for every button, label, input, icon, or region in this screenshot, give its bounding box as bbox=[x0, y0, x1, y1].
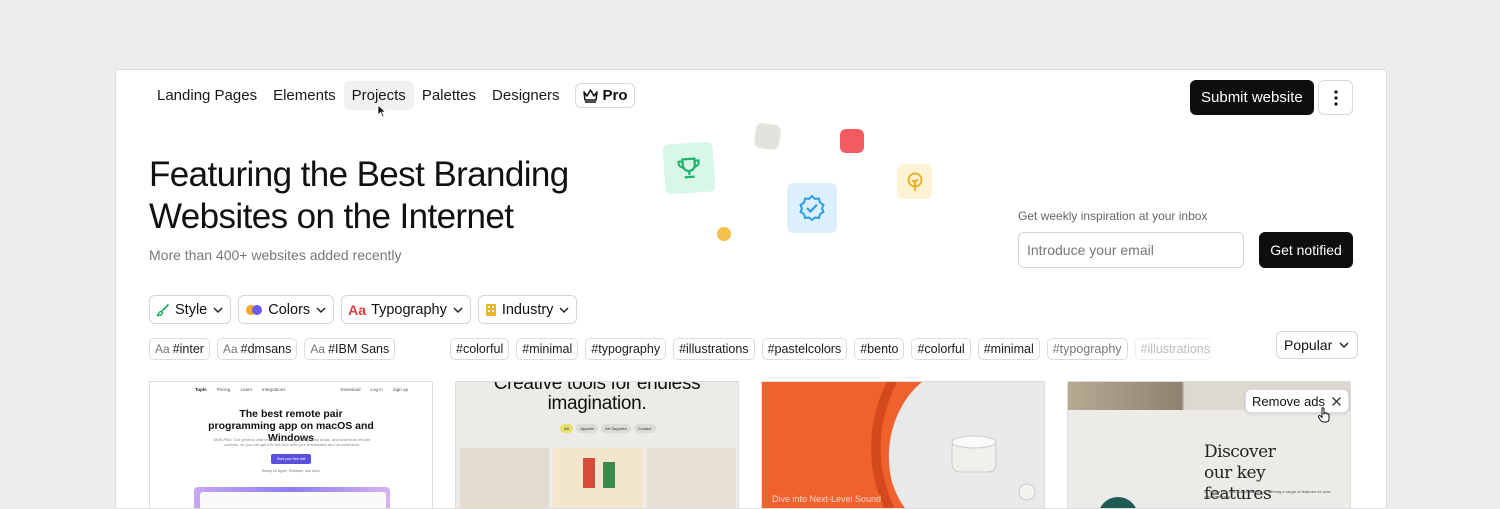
brush-icon bbox=[156, 303, 170, 317]
tree-tile bbox=[897, 164, 932, 199]
tree-icon bbox=[904, 171, 926, 193]
font-tag[interactable]: Aa#IBM Sans bbox=[304, 338, 395, 360]
chevron-down-icon bbox=[315, 304, 327, 316]
hashtag[interactable]: #illustrations bbox=[1135, 338, 1211, 360]
chevron-down-icon bbox=[452, 304, 464, 316]
chevron-down-icon bbox=[558, 304, 570, 316]
hashtag[interactable]: #colorful bbox=[450, 338, 509, 360]
remove-ads-button[interactable]: Remove ads bbox=[1245, 389, 1349, 413]
card-mini-nav: AA Apparel Art Supplies Contact bbox=[560, 424, 656, 433]
filter-style-label: Style bbox=[175, 302, 207, 318]
filter-bar: Style Colors Aa Typography Industry bbox=[149, 295, 577, 324]
font-tag[interactable]: Aa#inter bbox=[149, 338, 210, 360]
type-icon: Aa bbox=[155, 342, 170, 356]
nav-item-landing-pages[interactable]: Landing Pages bbox=[149, 81, 265, 110]
filter-colors-label: Colors bbox=[268, 302, 310, 318]
hashtag[interactable]: #illustrations bbox=[673, 338, 754, 360]
remove-ads-label: Remove ads bbox=[1252, 394, 1325, 409]
card-app-window bbox=[200, 492, 386, 509]
nav-item-pro[interactable]: Pro bbox=[575, 83, 635, 108]
filter-typography-label: Typography bbox=[371, 302, 447, 318]
close-icon[interactable] bbox=[1331, 396, 1342, 407]
card-small-text: Ready for Apple, Windows, and Linux bbox=[150, 469, 432, 473]
hashtag[interactable]: #typography bbox=[585, 338, 666, 360]
font-tag[interactable]: Aa#dmsans bbox=[217, 338, 297, 360]
type-icon: Aa bbox=[310, 342, 325, 356]
hashtag-tags: #colorful #minimal #typography #illustra… bbox=[450, 338, 1211, 360]
get-notified-button[interactable]: Get notified bbox=[1259, 232, 1353, 268]
font-tags: Aa#inter Aa#dmsans Aa#IBM Sans bbox=[149, 338, 395, 360]
card-body-text: At Studio, we hold our ourselves on offe… bbox=[1204, 489, 1334, 499]
card-subtitle: Multi-Pilot. Our general chat interface,… bbox=[210, 437, 374, 447]
chevron-down-icon bbox=[1338, 339, 1350, 351]
chevron-down-icon bbox=[212, 304, 224, 316]
card-title: Dive into Next-Level Sound bbox=[772, 494, 881, 504]
type-icon: Aa bbox=[223, 342, 238, 356]
building-icon bbox=[485, 303, 497, 317]
website-card[interactable]: Tuple Pricing Learn Integrations Downloa… bbox=[149, 381, 433, 509]
filter-typography[interactable]: Aa Typography bbox=[341, 295, 471, 324]
newsletter-label: Get weekly inspiration at your inbox bbox=[1018, 209, 1207, 223]
card-cta: Start your free trial bbox=[271, 454, 311, 464]
sort-label: Popular bbox=[1284, 337, 1332, 353]
browser-window: Landing Pages Elements Projects Palettes… bbox=[115, 69, 1387, 509]
hashtag[interactable]: #pastelcolors bbox=[762, 338, 848, 360]
filter-industry-label: Industry bbox=[502, 302, 554, 318]
card-title: Creative tools for endless imagination. bbox=[456, 381, 738, 414]
card-mini-nav: Tuple Pricing Learn Integrations Downloa… bbox=[195, 387, 408, 392]
more-vertical-icon bbox=[1334, 90, 1338, 106]
type-icon: Aa bbox=[348, 302, 366, 318]
nav-pro-label: Pro bbox=[603, 87, 628, 104]
trophy-tile bbox=[662, 141, 715, 194]
filter-industry[interactable]: Industry bbox=[478, 295, 578, 324]
filter-style[interactable]: Style bbox=[149, 295, 231, 324]
hand-cursor-icon bbox=[1317, 407, 1331, 423]
yellow-dot bbox=[717, 227, 731, 241]
website-card[interactable]: Dive into Next-Level Sound bbox=[761, 381, 1045, 509]
top-nav: Landing Pages Elements Projects Palettes… bbox=[149, 81, 635, 110]
red-tile bbox=[840, 129, 864, 153]
mouse-cursor-icon bbox=[377, 104, 387, 118]
color-dots-icon bbox=[245, 304, 263, 316]
hashtag[interactable]: #typography bbox=[1047, 338, 1128, 360]
email-field[interactable] bbox=[1018, 232, 1244, 268]
trophy-icon bbox=[674, 153, 704, 183]
hashtag[interactable]: #minimal bbox=[978, 338, 1040, 360]
nav-item-elements[interactable]: Elements bbox=[265, 81, 344, 110]
card-photo bbox=[762, 382, 1045, 509]
crown-icon bbox=[582, 88, 599, 103]
page-title: Featuring the Best Branding Websites on … bbox=[149, 154, 619, 238]
submit-website-button[interactable]: Submit website bbox=[1190, 80, 1314, 115]
more-options-button[interactable] bbox=[1318, 80, 1353, 115]
page-subtitle: More than 400+ websites added recently bbox=[149, 247, 402, 263]
nav-item-designers[interactable]: Designers bbox=[484, 81, 568, 110]
hashtag[interactable]: #bento bbox=[854, 338, 904, 360]
website-card[interactable]: Creative tools for endless imagination. … bbox=[455, 381, 739, 509]
hashtag[interactable]: #colorful bbox=[911, 338, 970, 360]
sort-select[interactable]: Popular bbox=[1276, 331, 1358, 359]
badge-tile bbox=[787, 183, 837, 233]
filter-colors[interactable]: Colors bbox=[238, 295, 334, 324]
verified-badge-icon bbox=[797, 193, 827, 223]
hashtag[interactable]: #minimal bbox=[516, 338, 578, 360]
nav-item-palettes[interactable]: Palettes bbox=[414, 81, 484, 110]
grey-tile bbox=[753, 122, 781, 150]
